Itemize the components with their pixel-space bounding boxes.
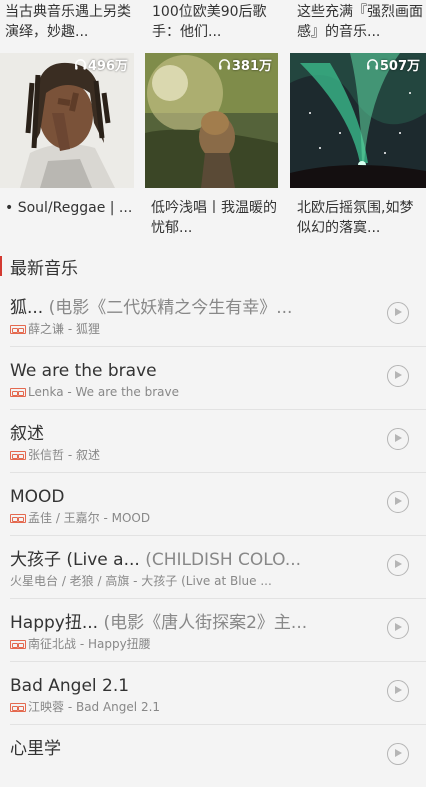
song-meta: 火星电台 / 老狼 / 高旗 - 大孩子 (Live at Blue ... bbox=[10, 573, 370, 589]
play-count-value: 381万 bbox=[231, 59, 272, 74]
song-meta: 薛之谦 - 狐狸 bbox=[10, 321, 370, 337]
song-item[interactable]: 心里学 bbox=[10, 725, 426, 787]
song-title: 心里学 bbox=[10, 737, 370, 761]
sq-icon bbox=[10, 387, 26, 397]
play-button[interactable] bbox=[387, 554, 409, 576]
song-title: 狐... (电影《二代妖精之今生有幸》... bbox=[10, 296, 370, 320]
sq-icon bbox=[10, 324, 26, 334]
song-name: 狐... bbox=[10, 298, 44, 318]
song-name: 大孩子 (Live a... bbox=[10, 550, 140, 570]
song-meta: 南征北战 - Happy扭腰 bbox=[10, 636, 370, 652]
play-button[interactable] bbox=[387, 491, 409, 513]
song-alias: (电影《二代妖精之今生有幸》... bbox=[43, 298, 293, 318]
song-item[interactable]: 大孩子 (Live a... (CHILDISH COLO... 火星电台 / … bbox=[10, 536, 426, 599]
playlist-cover-3[interactable]: 507万 bbox=[290, 53, 426, 188]
sq-icon bbox=[10, 702, 26, 712]
play-count-value: 496万 bbox=[87, 59, 128, 74]
song-title: 大孩子 (Live a... (CHILDISH COLO... bbox=[10, 548, 370, 572]
song-meta: Lenka - We are the brave bbox=[10, 384, 370, 400]
play-button[interactable] bbox=[387, 365, 409, 387]
song-artist-album: Lenka - We are the brave bbox=[28, 385, 179, 399]
play-count: 507万 bbox=[366, 55, 420, 74]
song-artist-album: 南征北战 - Happy扭腰 bbox=[28, 637, 151, 651]
song-item[interactable]: MOOD 孟佳 / 王嘉尔 - MOOD bbox=[10, 473, 426, 536]
song-meta: 孟佳 / 王嘉尔 - MOOD bbox=[10, 510, 370, 526]
headphone-icon bbox=[74, 59, 86, 70]
song-item[interactable]: Happy扭... (电影《唐人街探案2》主... 南征北战 - Happy扭腰 bbox=[10, 599, 426, 662]
song-title: Bad Angel 2.1 bbox=[10, 674, 370, 698]
playlist-cover-2[interactable]: 381万 bbox=[145, 53, 278, 188]
song-item[interactable]: We are the brave Lenka - We are the brav… bbox=[10, 347, 426, 410]
song-artist-album: 孟佳 / 王嘉尔 - MOOD bbox=[28, 511, 151, 525]
song-artist-album: 薛之谦 - 狐狸 bbox=[28, 322, 100, 336]
song-item[interactable]: Bad Angel 2.1 江映蓉 - Bad Angel 2.1 bbox=[10, 662, 426, 725]
sq-icon bbox=[10, 639, 26, 649]
song-name: 叙述 bbox=[10, 424, 44, 444]
play-count: 381万 bbox=[218, 55, 272, 74]
play-button[interactable] bbox=[387, 302, 409, 324]
song-name: Happy扭... bbox=[10, 613, 99, 633]
playlist-cover-1[interactable]: 496万 bbox=[0, 53, 134, 188]
playlist-title-prev-2[interactable]: 这些充满『强烈画面感』的音乐... bbox=[297, 2, 425, 42]
song-name: Bad Angel 2.1 bbox=[10, 676, 130, 696]
song-meta: 江映蓉 - Bad Angel 2.1 bbox=[10, 699, 370, 715]
sq-icon bbox=[10, 450, 26, 460]
song-name: MOOD bbox=[10, 487, 65, 507]
headphone-icon bbox=[218, 59, 230, 70]
play-button[interactable] bbox=[387, 743, 409, 765]
song-artist-album: 火星电台 / 老狼 / 高旗 - 大孩子 (Live at Blue ... bbox=[10, 574, 272, 588]
song-artist-album: 张信哲 - 叙述 bbox=[28, 448, 100, 462]
playlist-title-2[interactable]: 低吟浅唱丨我温暖的忧郁... bbox=[151, 198, 281, 238]
recommended-playlists: 当古典音乐遇上另类演绎，妙趣... 100位欧美90后歌手：他们... 这些充满… bbox=[0, 0, 426, 248]
song-title: Happy扭... (电影《唐人街探案2》主... bbox=[10, 611, 370, 635]
playlist-title-prev-1[interactable]: 100位欧美90后歌手：他们... bbox=[152, 2, 280, 42]
playlist-title-1[interactable]: • Soul/Reggae | ... bbox=[5, 198, 135, 238]
song-list: 狐... (电影《二代妖精之今生有幸》... 薛之谦 - 狐狸 We are t… bbox=[0, 284, 426, 787]
song-title: We are the brave bbox=[10, 359, 370, 383]
song-artist-album: 江映蓉 - Bad Angel 2.1 bbox=[28, 700, 161, 714]
section-accent-bar bbox=[0, 256, 2, 276]
song-title: MOOD bbox=[10, 485, 370, 509]
song-item[interactable]: 狐... (电影《二代妖精之今生有幸》... 薛之谦 - 狐狸 bbox=[10, 284, 426, 347]
play-count-value: 507万 bbox=[379, 59, 420, 74]
sq-icon bbox=[10, 513, 26, 523]
play-button[interactable] bbox=[387, 428, 409, 450]
song-item[interactable]: 叙述 张信哲 - 叙述 bbox=[10, 410, 426, 473]
playlist-title-prev-0[interactable]: 当古典音乐遇上另类演绎，妙趣... bbox=[5, 2, 133, 42]
playlist-title-3[interactable]: 北欧后摇氛围,如梦似幻的落寞... bbox=[297, 198, 426, 238]
headphone-icon bbox=[366, 59, 378, 70]
play-count: 496万 bbox=[74, 55, 128, 74]
song-alias: (CHILDISH COLO... bbox=[139, 550, 302, 570]
play-button[interactable] bbox=[387, 680, 409, 702]
song-name: We are the brave bbox=[10, 361, 157, 381]
song-alias: (电影《唐人街探案2》主... bbox=[98, 613, 308, 633]
play-button[interactable] bbox=[387, 617, 409, 639]
song-title: 叙述 bbox=[10, 422, 370, 446]
song-meta: 张信哲 - 叙述 bbox=[10, 447, 370, 463]
song-name: 心里学 bbox=[10, 739, 61, 759]
section-title: 最新音乐 bbox=[10, 259, 78, 279]
